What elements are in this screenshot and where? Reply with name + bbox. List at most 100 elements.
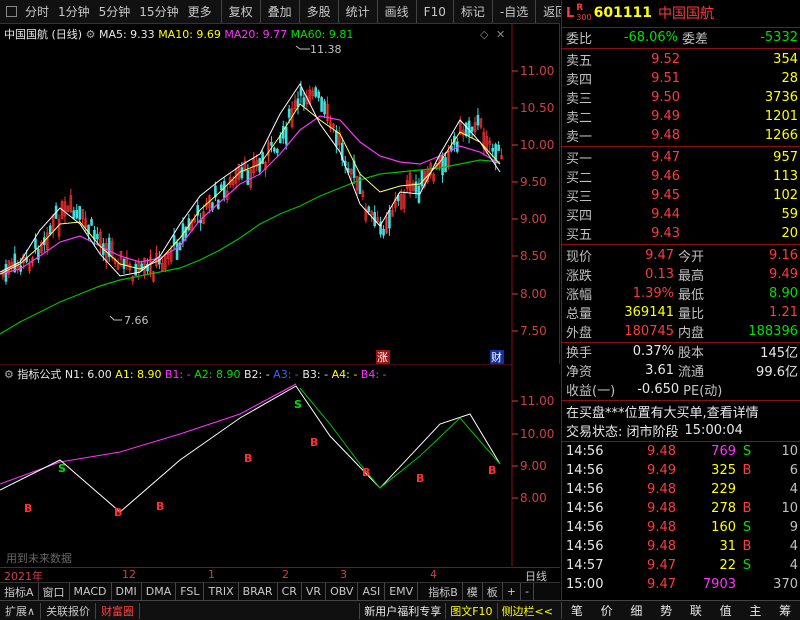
stat-label: 内盘 [678,326,705,341]
tf-1min[interactable]: 1分钟 [58,3,90,20]
gear-icon[interactable]: ⚙ [86,28,96,41]
indicator-trend-line-white [0,385,501,513]
ask-row[interactable]: 卖四 9.51 28 [566,69,798,88]
mark-button[interactable]: 标记 [452,0,492,23]
expand-button[interactable]: 扩展∧ [0,602,42,619]
candles-group [1,80,503,285]
bid-label: 买三 [566,190,593,205]
tick-vol: 160 [711,520,736,535]
gear-icon[interactable]: ⚙ [4,368,14,381]
tick-price: 9.47 [647,577,676,592]
tab-asi[interactable]: ASI [358,583,386,600]
stat-value: 9.16 [769,248,798,263]
tf-fenshi[interactable]: 分时 [25,3,49,20]
tf-5min[interactable]: 5分钟 [99,3,131,20]
footer-tab-shi[interactable]: 势 [660,602,672,619]
candle-body [258,158,261,172]
bid-row[interactable]: 买一 9.47 957 [566,148,798,167]
tick-side: B [742,463,752,478]
ask-row[interactable]: 卖五 9.52 354 [566,50,798,69]
big-order-notice[interactable]: 在买盘***位置有大买单,查看详情 [566,402,798,421]
tab-indicator-b[interactable]: 指标B [424,583,463,600]
indicator-signals: B B B B B B B B S S [24,398,496,519]
r-tag: R [576,3,584,13]
stat-row: 收益(一) -0.650 PE(动) [566,380,798,399]
f10-button[interactable]: F10 [415,0,453,23]
footer-tab-bi[interactable]: 笔 [571,602,583,619]
ma60-value: MA60: 9.81 [290,28,354,41]
fuquan-button[interactable]: 复权 [220,0,260,23]
footer-tab-chou[interactable]: 筹 [779,602,791,619]
tab-remove-button[interactable]: - [521,583,534,600]
ask-row[interactable]: 卖三 9.50 3736 [566,88,798,107]
ask-vol: 28 [781,71,798,86]
candle-body [134,263,138,276]
related-quotes-button[interactable]: 关联报价 [41,602,97,619]
tab-dmi[interactable]: DMI [112,583,142,600]
tab-window[interactable]: 窗口 [39,583,70,600]
tab-add-button[interactable]: + [503,583,521,600]
footer-bar: 扩展∧ 关联报价 财富圈 新用户福利专享 图文F10 侧边栏<< 笔 价 细 势… [0,600,800,620]
bid-row[interactable]: 买四 9.44 59 [566,205,798,224]
bid-price: 9.43 [651,226,681,241]
tick-price: 9.48 [647,444,676,459]
tab-template[interactable]: 模 [463,583,483,600]
draw-line-button[interactable]: 画线 [376,0,416,23]
new-user-benefit-link[interactable]: 新用户福利专享 [359,602,445,619]
f10-graphic-button[interactable]: 图文F10 [445,602,496,619]
param-b4: B4: - [360,368,387,381]
stats-button[interactable]: 统计 [337,0,377,23]
time-label: 12 [122,568,136,581]
tab-brar[interactable]: BRAR [239,583,278,600]
tab-emv[interactable]: EMV [385,583,419,600]
candle-body [491,147,495,152]
ask-vol: 354 [773,52,798,67]
footer-tab-zhu[interactable]: 主 [749,602,761,619]
sidebar-toggle-button[interactable]: 侧边栏<< [496,602,557,619]
indicator-tabs: 指标A 窗口 MACD DMI DMA FSL TRIX BRAR CR VR … [0,582,560,600]
stat-value: 1.39% [632,286,675,301]
tab-dma[interactable]: DMA [142,583,177,600]
signal-s: S [294,398,302,411]
multi-stock-button[interactable]: 多股 [298,0,338,23]
future-data-watermark: 用到未来数据 [6,552,72,565]
bid-row[interactable]: 买五 9.43 20 [566,224,798,243]
remove-watchlist-button[interactable]: -自选 [491,0,535,23]
candle-body [75,209,79,219]
signal-b: B [362,466,370,479]
tf-15min[interactable]: 15分钟 [139,3,178,20]
overlay-button[interactable]: 叠加 [259,0,299,23]
tab-macd[interactable]: MACD [70,583,112,600]
indicator-chart[interactable]: B B B B B B B B S S 11.00 10.00 9.00 8.0… [0,363,560,566]
tick-side: B [742,501,752,516]
param-a2: A2: 8.90 [194,368,241,381]
wealth-circle-button[interactable]: 财富圈 [96,602,141,619]
stat-label: 最高 [678,269,705,284]
tf-more[interactable]: 更多 [188,3,212,20]
footer-tab-jia[interactable]: 价 [601,602,613,619]
tab-indicator-a[interactable]: 指标A [0,583,39,600]
footer-tab-xi[interactable]: 细 [630,602,642,619]
ask-row[interactable]: 卖一 9.48 1266 [566,126,798,145]
bid-row[interactable]: 买二 9.46 113 [566,167,798,186]
tab-board[interactable]: 板 [483,583,503,600]
ma5-value: MA5: 9.33 [98,28,155,41]
tick-price: 9.49 [647,463,676,478]
pe-label: PE(动) [683,384,723,399]
bid-row[interactable]: 买三 9.45 102 [566,186,798,205]
status-time: 15:00:04 [684,423,743,438]
tab-vr[interactable]: VR [302,583,327,600]
tab-trix[interactable]: TRIX [204,583,239,600]
param-b1: B1: - [165,368,191,381]
signal-b: B [156,500,164,513]
tick-price: 9.47 [647,558,676,573]
tab-obv[interactable]: OBV [326,583,359,600]
ask-row[interactable]: 卖二 9.49 1201 [566,107,798,126]
stat-label: 最低 [678,288,705,303]
footer-tab-zhi[interactable]: 值 [720,602,732,619]
checkbox-icon[interactable] [6,6,17,17]
candlestick-chart[interactable]: 11.38 7.66 11.00 10.50 10.00 9.50 9.00 8… [0,24,560,364]
tab-cr[interactable]: CR [278,583,302,600]
tab-fsl[interactable]: FSL [176,583,205,600]
footer-tab-lian[interactable]: 联 [690,602,702,619]
